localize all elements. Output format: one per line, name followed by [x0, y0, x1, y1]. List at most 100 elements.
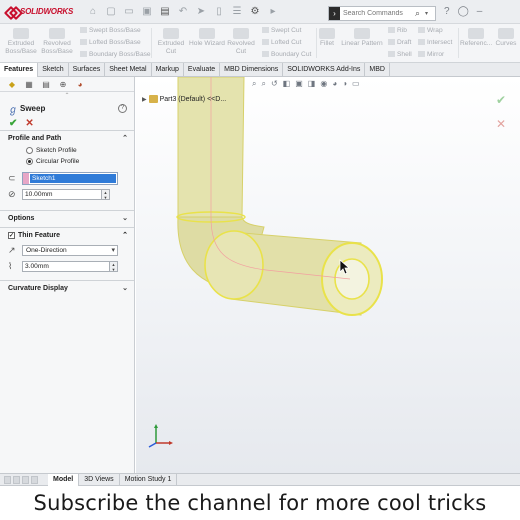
- hole-wizard-button[interactable]: Hole Wizard: [188, 28, 226, 48]
- tab-3d-views[interactable]: 3D Views: [79, 474, 120, 486]
- edit-appearance-icon[interactable]: ◕: [332, 79, 337, 89]
- profile-path-header[interactable]: Profile and Path ⌃: [0, 131, 134, 145]
- view-settings-icon[interactable]: ▭: [352, 79, 360, 89]
- feature-tree-part-node[interactable]: ▶ Part3 (Default) <<D...: [142, 95, 226, 103]
- home-icon[interactable]: ⌂: [86, 6, 100, 18]
- chevron-down-icon[interactable]: ▾: [425, 10, 428, 17]
- path-selection-item[interactable]: Sketch1: [30, 173, 116, 183]
- search-commands-box[interactable]: › ⌕ ▾: [328, 6, 436, 21]
- print-icon[interactable]: ▤: [158, 6, 172, 18]
- swept-boss-button[interactable]: Swept Boss/Base: [80, 27, 141, 35]
- tab-model[interactable]: Model: [48, 474, 80, 486]
- revolved-boss-button[interactable]: Revolved Boss/Base: [40, 28, 74, 56]
- ok-check-icon[interactable]: ✔: [9, 118, 17, 129]
- intersect-button[interactable]: Intersect: [418, 39, 452, 47]
- extruded-boss-button[interactable]: Extruded Boss/Base: [4, 28, 38, 56]
- shell-button[interactable]: Shell: [388, 51, 412, 59]
- open-folder-icon[interactable]: ▭: [122, 6, 136, 18]
- path-selection-box[interactable]: Sketch1: [22, 171, 118, 185]
- prev-tab-arrow-icon[interactable]: [13, 476, 20, 484]
- rebuild-icon[interactable]: ▯: [212, 6, 226, 18]
- last-tab-arrow-icon[interactable]: [31, 476, 38, 484]
- mirror-button[interactable]: Mirror: [418, 51, 444, 59]
- previous-view-icon[interactable]: ↺: [271, 79, 278, 89]
- zoom-to-fit-icon[interactable]: ⌕: [252, 79, 256, 89]
- sketch-profile-option[interactable]: Sketch Profile: [0, 145, 134, 156]
- chevron-down-icon[interactable]: ⌄: [122, 214, 128, 222]
- circular-profile-option[interactable]: Circular Profile: [0, 156, 134, 167]
- rib-button[interactable]: Rib: [388, 27, 407, 35]
- lofted-boss-button[interactable]: Lofted Boss/Base: [80, 39, 141, 47]
- thin-type-dropdown[interactable]: One-Direction: [22, 244, 118, 256]
- chevron-up-icon[interactable]: ⌃: [122, 231, 128, 239]
- configuration-manager-tab-icon[interactable]: ▤: [39, 79, 53, 90]
- file-properties-icon[interactable]: ☰: [230, 6, 244, 18]
- help-icon[interactable]: ?: [118, 104, 127, 113]
- reverse-direction-icon[interactable]: ↗: [8, 245, 22, 256]
- linear-pattern-button[interactable]: Linear Pattern: [338, 28, 386, 48]
- extruded-cut-button[interactable]: Extruded Cut: [154, 28, 188, 56]
- tab-solidworks-add-ins[interactable]: SOLIDWORKS Add-Ins: [283, 63, 366, 77]
- new-document-icon[interactable]: ▢: [104, 6, 118, 18]
- panel-grip-icon[interactable]: ⌃: [0, 92, 134, 101]
- save-icon[interactable]: ▣: [140, 6, 154, 18]
- boundary-cut-button[interactable]: Boundary Cut: [262, 51, 311, 59]
- boundary-boss-button[interactable]: Boundary Boss/Base: [80, 51, 151, 59]
- dimxpert-tab-icon[interactable]: ⊕: [56, 79, 70, 90]
- options-gear-icon[interactable]: ⚙: [248, 6, 262, 18]
- scene-icon[interactable]: ◑: [342, 79, 347, 89]
- revolved-cut-button[interactable]: Revolved Cut: [224, 28, 258, 56]
- feature-manager-tab-icon[interactable]: ◆: [5, 79, 19, 90]
- thin-feature-header[interactable]: ✓ Thin Feature ⌃: [0, 228, 134, 242]
- cancel-x-icon[interactable]: ✕: [25, 118, 33, 129]
- hide-show-icon[interactable]: ◉: [320, 79, 327, 89]
- wrap-button[interactable]: Wrap: [418, 27, 443, 35]
- display-style-icon[interactable]: ◨: [308, 79, 316, 89]
- tab-sheet-metal[interactable]: Sheet Metal: [105, 63, 152, 77]
- curvature-display-header[interactable]: Curvature Display ⌄: [0, 281, 134, 295]
- first-tab-arrow-icon[interactable]: [4, 476, 11, 484]
- property-manager-tab-icon[interactable]: ▦: [22, 79, 36, 90]
- diameter-spinner[interactable]: ▲ ▼: [102, 188, 110, 200]
- lofted-cut-button[interactable]: Lofted Cut: [262, 39, 301, 47]
- tab-mbd-dimensions[interactable]: MBD Dimensions: [220, 63, 284, 77]
- graphics-area[interactable]: ⌕ ⌕ ↺ ◧ ▣ ◨ ◉ ◕ ◑ ▭ ▶ Part3 (Default) <<…: [136, 77, 520, 473]
- tab-evaluate[interactable]: Evaluate: [184, 63, 221, 77]
- search-icon[interactable]: ⌕: [415, 8, 425, 19]
- thin-feature-checkbox[interactable]: ✓: [8, 231, 15, 239]
- expand-arrow-icon[interactable]: ▶: [142, 96, 147, 103]
- undo-icon[interactable]: ↶: [176, 6, 190, 18]
- diameter-input[interactable]: 10.00mm: [22, 188, 102, 200]
- reference-geometry-button[interactable]: Referenc...: [460, 28, 492, 48]
- circular-profile-radio[interactable]: [26, 158, 33, 165]
- select-icon[interactable]: ➤: [194, 6, 208, 18]
- tab-surfaces[interactable]: Surfaces: [69, 63, 106, 77]
- view-orientation-icon[interactable]: ▣: [295, 79, 303, 89]
- search-scope-icon[interactable]: ›: [329, 7, 340, 20]
- search-input[interactable]: [340, 10, 415, 17]
- app-logo[interactable]: SOLIDWORKS: [6, 6, 73, 17]
- tab-sketch[interactable]: Sketch: [38, 63, 69, 77]
- help-icon[interactable]: ?: [444, 6, 450, 17]
- sketch-profile-radio[interactable]: [26, 147, 33, 154]
- zoom-area-icon[interactable]: ⌕: [261, 79, 265, 89]
- next-tab-arrow-icon[interactable]: [22, 476, 29, 484]
- curves-button[interactable]: Curves: [492, 28, 520, 48]
- user-icon[interactable]: ◯: [458, 6, 469, 17]
- section-view-icon[interactable]: ◧: [283, 79, 291, 89]
- options-header[interactable]: Options ⌄: [0, 211, 134, 225]
- minimize-icon[interactable]: –: [477, 6, 483, 17]
- thickness-spinner[interactable]: ▲ ▼: [110, 260, 118, 272]
- thickness-input[interactable]: 3.00mm: [22, 260, 110, 272]
- tab-motion-study-1[interactable]: Motion Study 1: [120, 474, 178, 486]
- tab-features[interactable]: Features: [0, 63, 39, 77]
- display-manager-tab-icon[interactable]: ◕: [73, 79, 87, 90]
- fillet-button[interactable]: Fillet: [316, 28, 338, 48]
- chevron-up-icon[interactable]: ⌃: [122, 134, 128, 142]
- swept-cut-button[interactable]: Swept Cut: [262, 27, 301, 35]
- draft-button[interactable]: Draft: [388, 39, 411, 47]
- confirm-cancel-icon[interactable]: ✕: [496, 117, 506, 131]
- tab-mbd[interactable]: MBD: [365, 63, 390, 77]
- chevron-down-icon[interactable]: ⌄: [122, 284, 128, 292]
- tab-markup[interactable]: Markup: [152, 63, 184, 77]
